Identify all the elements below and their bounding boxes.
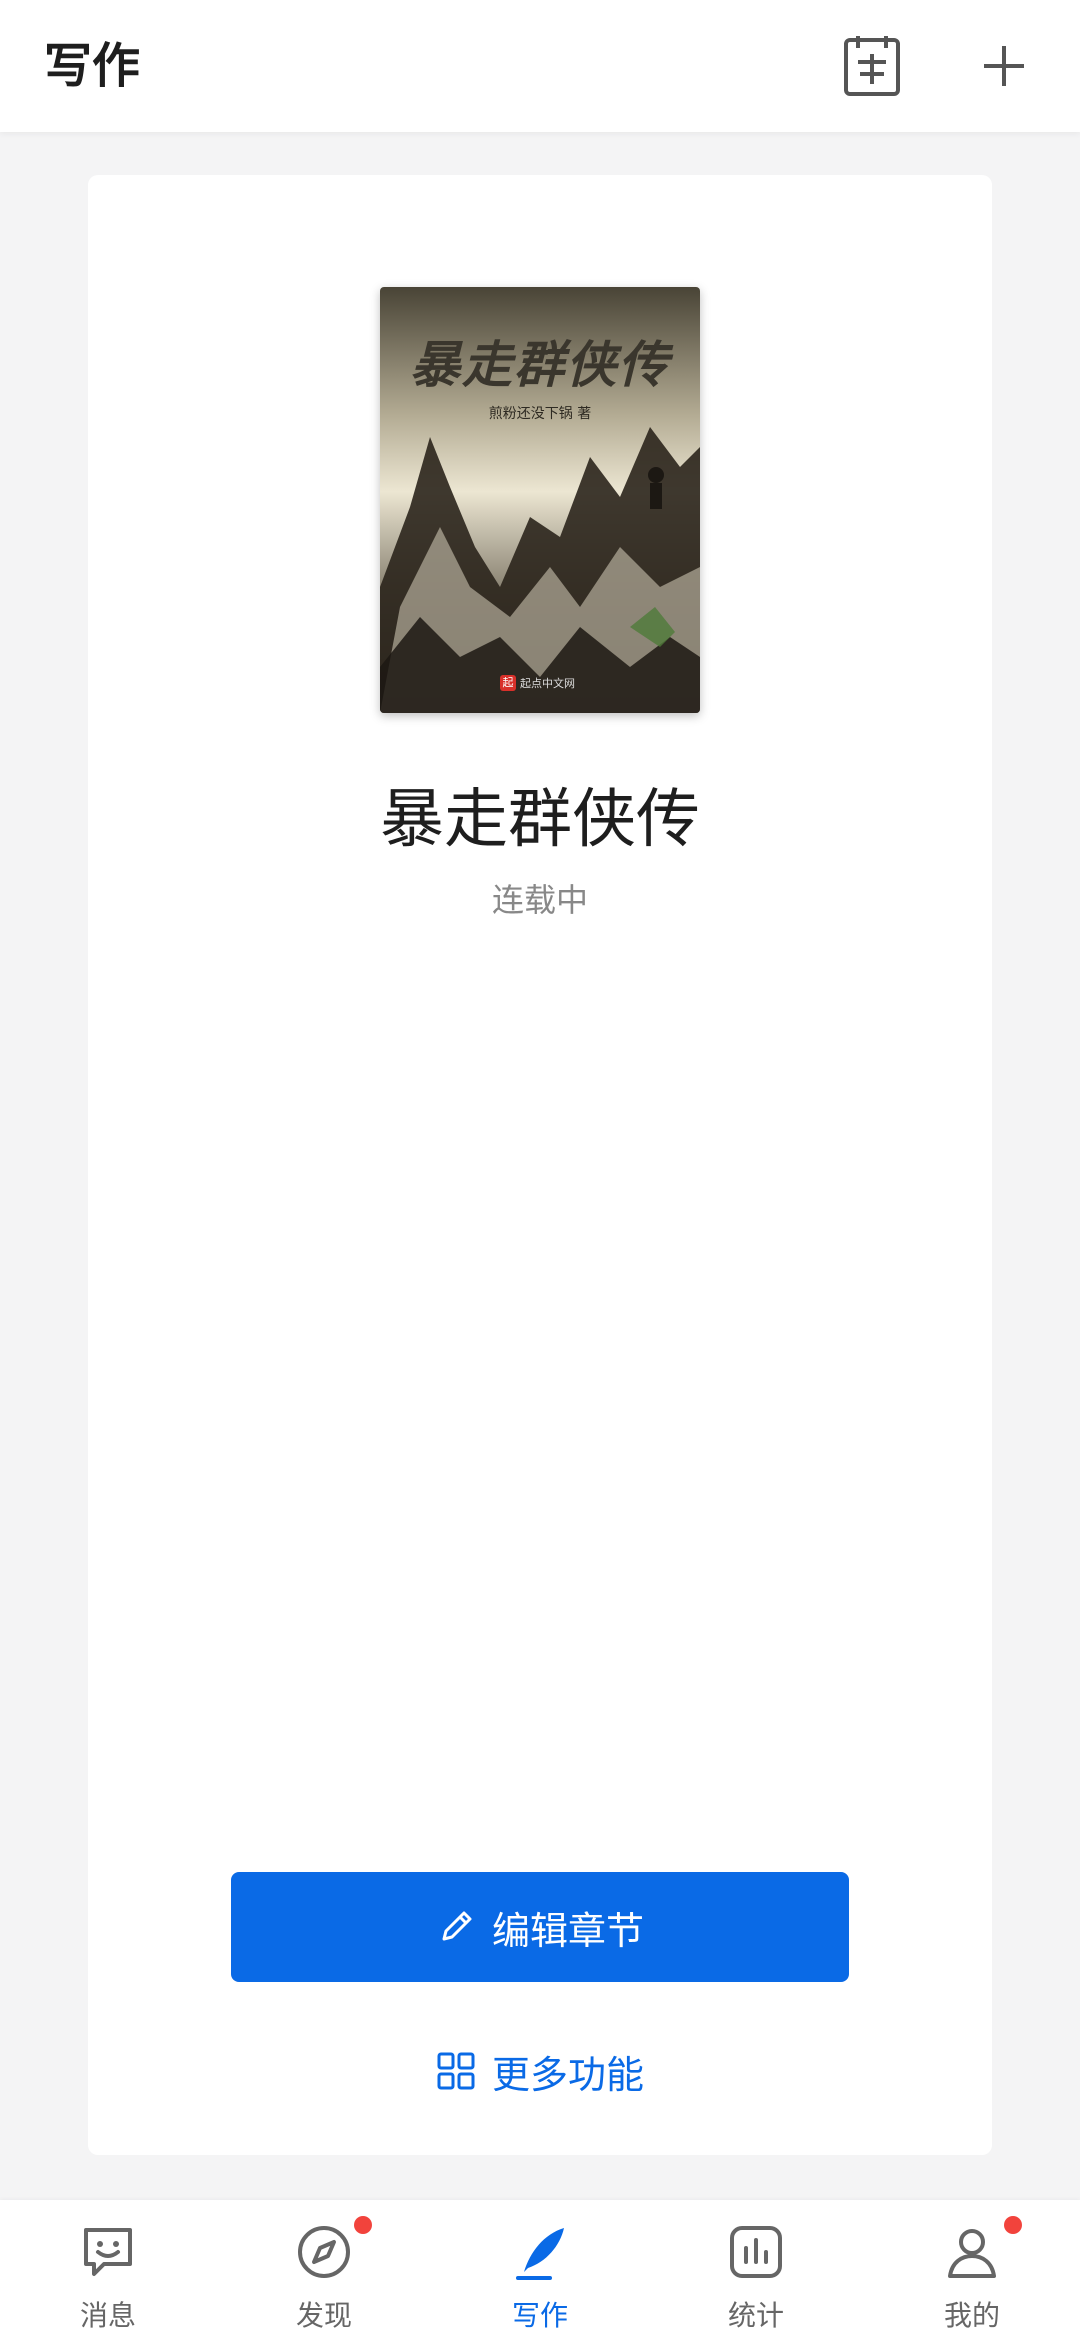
tab-messages[interactable]: 消息	[0, 2200, 216, 2340]
tab-label: 统计	[727, 2299, 784, 2332]
grid-icon	[437, 2052, 475, 2090]
publisher-name: 起点中文网	[520, 677, 575, 690]
message-icon	[84, 2228, 132, 2276]
cover-title: 暴走群侠传	[410, 335, 670, 394]
edit-chapter-button[interactable]: 编辑章节	[231, 1872, 849, 1982]
more-functions-button[interactable]: 更多功能	[390, 2035, 690, 2107]
pencil-icon	[442, 1911, 472, 1941]
tab-writing[interactable]: 写作	[432, 2200, 648, 2340]
book-title: 暴走群侠传	[380, 783, 700, 857]
tab-statistics[interactable]: 统计	[648, 2200, 864, 2340]
tab-label: 发现	[295, 2299, 352, 2332]
tab-discover[interactable]: 发现	[216, 2200, 432, 2340]
plus-icon[interactable]	[968, 30, 1040, 102]
bottom-tab-bar: 消息 发现 写作 统计 我的	[0, 2200, 1080, 2340]
top-bar: 写作	[0, 0, 1080, 132]
quill-icon	[516, 2228, 564, 2280]
tab-label: 我的	[943, 2299, 1000, 2332]
publisher-logo-icon: 起	[500, 675, 516, 691]
book-cover[interactable]: 暴走群侠传 煎粉还没下锅 著 起 起点中文网	[380, 287, 700, 713]
notification-dot	[354, 2216, 372, 2234]
cover-author: 煎粉还没下锅 著	[488, 406, 592, 422]
tab-label: 消息	[79, 2299, 136, 2332]
notification-dot	[1004, 2216, 1022, 2234]
tab-me[interactable]: 我的	[864, 2200, 1080, 2340]
cover-publisher: 起 起点中文网	[500, 675, 575, 691]
compass-icon	[298, 2226, 350, 2278]
page-title: 写作	[44, 38, 141, 94]
calendar-sign-icon[interactable]	[836, 30, 908, 102]
chart-icon	[730, 2226, 782, 2278]
book-status: 连载中	[491, 881, 588, 919]
edit-chapter-label: 编辑章节	[491, 1908, 644, 1953]
tab-label: 写作	[511, 2299, 568, 2332]
book-card: 暴走群侠传 煎粉还没下锅 著 起 起点中文网 暴走群侠传 连载中 编辑章节 更多…	[88, 175, 992, 2155]
more-functions-label: 更多功能	[491, 2052, 644, 2097]
profile-icon	[948, 2229, 996, 2278]
